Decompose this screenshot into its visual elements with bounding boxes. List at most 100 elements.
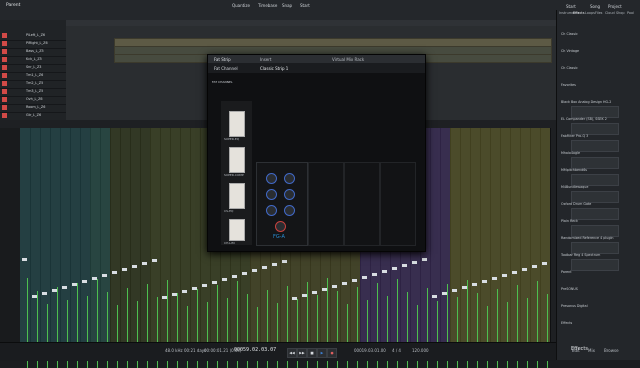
browser-tab-files[interactable]: Files xyxy=(595,11,602,15)
channel-fader[interactable] xyxy=(432,295,437,298)
channel-fader[interactable] xyxy=(372,273,377,276)
eq-knob[interactable] xyxy=(284,189,295,200)
preset-name[interactable]: Classic Strip 1 xyxy=(260,66,288,71)
channel-fader[interactable] xyxy=(82,280,87,283)
browser-item[interactable]: Ch Vintage xyxy=(561,49,579,53)
channel-fader[interactable] xyxy=(182,290,187,293)
channel-fader[interactable] xyxy=(452,289,457,292)
browse-view-button[interactable]: Browse xyxy=(604,348,619,353)
channel-fader[interactable] xyxy=(262,266,267,269)
time-signature[interactable]: 4 / 4 xyxy=(392,348,401,353)
timebase-label[interactable]: Timebase xyxy=(258,3,277,8)
channel-fader[interactable] xyxy=(532,265,537,268)
browser-item[interactable]: Effects xyxy=(561,321,572,325)
project-page-tab[interactable]: Project xyxy=(608,4,622,9)
plugin-tab-insert[interactable]: Insert xyxy=(260,57,271,62)
plugin-window[interactable]: Fat Strip Insert Virtual Mix Rack Classi… xyxy=(207,54,426,252)
side-unit[interactable] xyxy=(229,147,245,173)
eq-knob[interactable] xyxy=(284,205,295,216)
side-unit[interactable] xyxy=(229,183,245,209)
channel-fader[interactable] xyxy=(422,258,427,261)
channel-fader[interactable] xyxy=(112,271,117,274)
channel-fader[interactable] xyxy=(202,284,207,287)
channel-fader[interactable] xyxy=(272,263,277,266)
empty-slot[interactable] xyxy=(308,162,344,246)
stop-button[interactable]: ■ xyxy=(307,348,317,358)
plugin-tab-fat-strip[interactable]: Fat Strip xyxy=(214,57,231,62)
channel-fader[interactable] xyxy=(522,268,527,271)
browser-item[interactable]: EL Compander (SB), SSEK 2 xyxy=(561,117,607,121)
channel-fader[interactable] xyxy=(332,285,337,288)
mix-view-button[interactable]: Mix xyxy=(588,348,595,353)
channel-fader[interactable] xyxy=(492,277,497,280)
timeline-ruler[interactable] xyxy=(66,20,556,26)
empty-slot[interactable] xyxy=(380,162,416,246)
time-display[interactable]: 00059.02.03.07 xyxy=(234,347,276,353)
channel-fader[interactable] xyxy=(382,270,387,273)
channel-fader[interactable] xyxy=(412,261,417,264)
channel-fader[interactable] xyxy=(482,280,487,283)
channel-fader[interactable] xyxy=(22,258,27,261)
bpm-readout[interactable]: 120.000 xyxy=(412,348,429,353)
mixer-channel[interactable] xyxy=(540,128,551,368)
browser-item[interactable]: Ch Classic xyxy=(561,32,578,36)
eq-knob[interactable] xyxy=(266,205,277,216)
edit-view-button[interactable]: Edit xyxy=(572,348,580,353)
browser-item[interactable]: Plain Reck xyxy=(561,219,578,223)
channel-fader[interactable] xyxy=(142,262,147,265)
plugin-tab-virtual-mix-rack[interactable]: Virtual Mix Rack xyxy=(332,57,364,62)
browser-item[interactable]: Mhalo4ogle xyxy=(561,151,580,155)
channel-fader[interactable] xyxy=(62,286,67,289)
snap-label[interactable]: Snap xyxy=(282,3,292,8)
channel-fader[interactable] xyxy=(312,291,317,294)
browser-item[interactable]: M4Bundlewaque xyxy=(561,185,588,189)
browser-tab-effects[interactable]: Effects xyxy=(573,11,585,15)
browser-item[interactable]: MMpitchbend6s xyxy=(561,168,587,172)
browser-item[interactable]: Parent xyxy=(561,270,572,274)
browser-item[interactable]: Randomized Reference 4 plugin xyxy=(561,236,613,240)
channel-fader[interactable] xyxy=(512,271,517,274)
channel-fader[interactable] xyxy=(352,279,357,282)
browser-item[interactable]: Black Box Analog Design HG-2 xyxy=(561,100,611,104)
channel-fader[interactable] xyxy=(342,282,347,285)
channel-fader[interactable] xyxy=(102,274,107,277)
browser-tab-loops[interactable]: Loops xyxy=(585,11,595,15)
song-page-tab[interactable]: Song xyxy=(590,4,600,9)
play-button[interactable]: ▶ xyxy=(317,348,327,358)
browser-item[interactable]: Oxford Drum Gate xyxy=(561,202,591,206)
record-button[interactable]: ● xyxy=(327,348,337,358)
eq-knob[interactable] xyxy=(284,173,295,184)
browser-tab-cloud[interactable]: Cloud xyxy=(605,11,615,15)
empty-slot[interactable] xyxy=(344,162,380,246)
channel-fader[interactable] xyxy=(542,262,547,265)
channel-fader[interactable] xyxy=(232,275,237,278)
channel-fader[interactable] xyxy=(282,260,287,263)
channel-fader[interactable] xyxy=(212,281,217,284)
side-unit[interactable] xyxy=(229,111,245,137)
fg-a-module[interactable]: FG-A xyxy=(256,162,308,246)
start-label[interactable]: Start xyxy=(300,3,310,8)
channel-fader[interactable] xyxy=(222,278,227,281)
gain-knob[interactable] xyxy=(275,221,286,232)
channel-fader[interactable] xyxy=(252,269,257,272)
channel-fader[interactable] xyxy=(392,267,397,270)
channel-fader[interactable] xyxy=(42,292,47,295)
browser-item[interactable]: Toolbar Reg 4 Spectrum xyxy=(561,253,600,257)
browser-tab-shop[interactable]: Shop xyxy=(616,11,625,15)
browser-item[interactable]: FabFilter Pro-Q 3 xyxy=(561,134,588,138)
channel-fader[interactable] xyxy=(132,265,137,268)
channel-fader[interactable] xyxy=(122,268,127,271)
channel-fader[interactable] xyxy=(472,283,477,286)
browser-item[interactable]: Favorites xyxy=(561,83,576,87)
channel-fader[interactable] xyxy=(502,274,507,277)
start-page-tab[interactable]: Start xyxy=(566,4,576,9)
rewind-button[interactable]: ◀◀ xyxy=(287,348,297,358)
quantize-label[interactable]: Quantize xyxy=(232,3,250,8)
channel-fader[interactable] xyxy=(152,259,157,262)
browser-tab-pool[interactable]: Pool xyxy=(627,11,634,15)
channel-fader[interactable] xyxy=(402,264,407,267)
browser-item[interactable]: PreSONUS xyxy=(561,287,578,291)
eq-knob[interactable] xyxy=(266,189,277,200)
channel-fader[interactable] xyxy=(242,272,247,275)
browser-item[interactable]: Ch Classic xyxy=(561,66,578,70)
